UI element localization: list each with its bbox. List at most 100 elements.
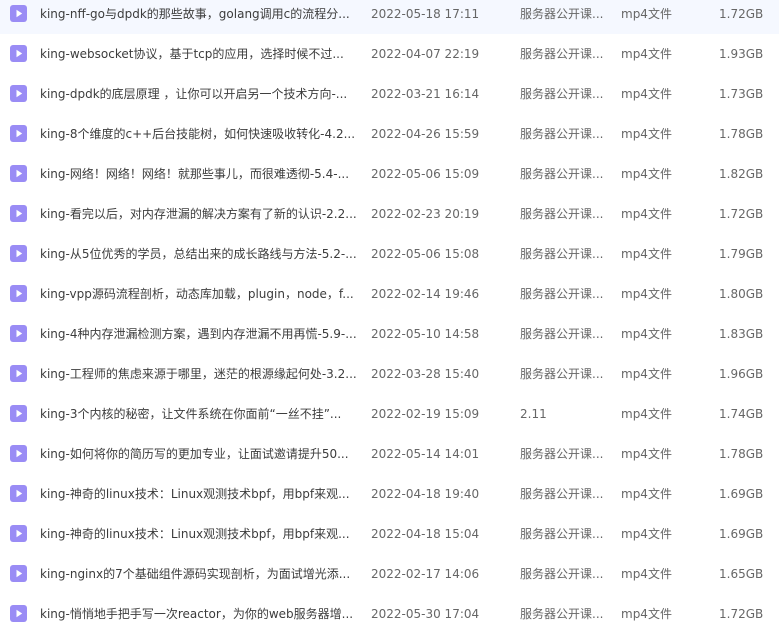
- file-type: mp4文件: [621, 127, 672, 141]
- file-size: 1.74GB: [719, 407, 764, 421]
- video-file-icon: [10, 365, 27, 382]
- file-type: mp4文件: [621, 527, 672, 541]
- file-row[interactable]: king-vpp源码流程剖析，动态库加载，plugin，node，f... 202…: [0, 274, 779, 314]
- file-row[interactable]: king-nginx的7个基础组件源码实现剖析，为面试增光添... 2022-02…: [0, 554, 779, 594]
- file-modified-date: 2022-04-18 19:40: [371, 487, 480, 501]
- file-album: 服务器公开课...: [520, 527, 604, 541]
- file-size: 1.83GB: [719, 327, 764, 341]
- file-size: 1.78GB: [719, 447, 764, 461]
- file-type: mp4文件: [621, 87, 672, 101]
- file-name[interactable]: king-nff-go与dpdk的那些故事，golang调用c的流程分...: [40, 6, 358, 22]
- file-type: mp4文件: [621, 327, 672, 341]
- file-row[interactable]: king-websocket协议，基于tcp的应用，选择时候不过... 2022-…: [0, 34, 779, 74]
- file-modified-date: 2022-03-21 16:14: [371, 87, 480, 101]
- file-modified-date: 2022-03-28 15:40: [371, 367, 480, 381]
- file-size: 1.73GB: [719, 87, 764, 101]
- file-modified-date: 2022-05-10 14:58: [371, 327, 480, 341]
- file-row[interactable]: king-看完以后，对内存泄漏的解决方案有了新的认识-2.2... 2022-02…: [0, 194, 779, 234]
- file-modified-date: 2022-04-07 22:19: [371, 47, 480, 61]
- file-type: mp4文件: [621, 167, 672, 181]
- video-file-icon: [10, 565, 27, 582]
- video-file-icon: [10, 165, 27, 182]
- file-album: 服务器公开课...: [520, 167, 604, 181]
- file-size: 1.96GB: [719, 367, 764, 381]
- file-size: 1.79GB: [719, 247, 764, 261]
- file-row[interactable]: king-如何将你的简历写的更加专业，让面试邀请提升50... 2022-05-1…: [0, 434, 779, 474]
- file-album: 服务器公开课...: [520, 567, 604, 581]
- file-name[interactable]: king-神奇的linux技术：Linux观测技术bpf，用bpf来观...: [40, 486, 358, 502]
- file-name[interactable]: king-如何将你的简历写的更加专业，让面试邀请提升50...: [40, 446, 358, 462]
- file-modified-date: 2022-05-18 17:11: [371, 7, 480, 21]
- file-type: mp4文件: [621, 7, 672, 21]
- file-row[interactable]: king-3个内核的秘密，让文件系统在你面前“一丝不挂”... 2022-02-1…: [0, 394, 779, 434]
- file-album: 服务器公开课...: [520, 247, 604, 261]
- file-album: 2.11: [520, 407, 547, 421]
- file-album: 服务器公开课...: [520, 447, 604, 461]
- file-size: 1.93GB: [719, 47, 764, 61]
- file-name[interactable]: king-神奇的linux技术：Linux观测技术bpf，用bpf来观...: [40, 526, 358, 542]
- video-file-icon: [10, 445, 27, 462]
- file-modified-date: 2022-02-14 19:46: [371, 287, 480, 301]
- file-row[interactable]: king-网络！网络！网络！就那些事儿，而很难透彻-5.4-... 2022-05…: [0, 154, 779, 194]
- file-row[interactable]: king-4种内存泄漏检测方案，遇到内存泄漏不用再慌-5.9-... 2022-0…: [0, 314, 779, 354]
- file-album: 服务器公开课...: [520, 7, 604, 21]
- file-name[interactable]: king-nginx的7个基础组件源码实现剖析，为面试增光添...: [40, 566, 358, 582]
- file-name[interactable]: king-从5位优秀的学员，总结出来的成长路线与方法-5.2-...: [40, 246, 358, 262]
- file-name[interactable]: king-8个维度的c++后台技能树，如何快速吸收转化-4.2...: [40, 126, 358, 142]
- file-modified-date: 2022-04-26 15:59: [371, 127, 480, 141]
- file-row[interactable]: king-nff-go与dpdk的那些故事，golang调用c的流程分... 20…: [0, 0, 779, 34]
- file-modified-date: 2022-05-06 15:09: [371, 167, 480, 181]
- video-file-icon: [10, 605, 27, 622]
- file-type: mp4文件: [621, 407, 672, 421]
- video-file-icon: [10, 205, 27, 222]
- file-row[interactable]: king-悄悄地手把手写一次reactor，为你的web服务器增... 2022-…: [0, 594, 779, 634]
- file-name[interactable]: king-3个内核的秘密，让文件系统在你面前“一丝不挂”...: [40, 406, 358, 422]
- file-type: mp4文件: [621, 287, 672, 301]
- file-row[interactable]: king-从5位优秀的学员，总结出来的成长路线与方法-5.2-... 2022-0…: [0, 234, 779, 274]
- file-album: 服务器公开课...: [520, 207, 604, 221]
- file-name[interactable]: king-看完以后，对内存泄漏的解决方案有了新的认识-2.2...: [40, 206, 358, 222]
- video-file-icon: [10, 525, 27, 542]
- file-size: 1.72GB: [719, 207, 764, 221]
- file-type: mp4文件: [621, 447, 672, 461]
- video-file-icon: [10, 325, 27, 342]
- file-name[interactable]: king-websocket协议，基于tcp的应用，选择时候不过...: [40, 46, 358, 62]
- file-type: mp4文件: [621, 47, 672, 61]
- file-name[interactable]: king-悄悄地手把手写一次reactor，为你的web服务器增...: [40, 606, 358, 622]
- file-name[interactable]: king-工程师的焦虑来源于哪里，迷茫的根源缘起何处-3.2...: [40, 366, 358, 382]
- file-modified-date: 2022-02-17 14:06: [371, 567, 480, 581]
- video-file-icon: [10, 45, 27, 62]
- file-type: mp4文件: [621, 607, 672, 621]
- file-size: 1.78GB: [719, 127, 764, 141]
- video-file-icon: [10, 485, 27, 502]
- file-type: mp4文件: [621, 207, 672, 221]
- file-row[interactable]: king-神奇的linux技术：Linux观测技术bpf，用bpf来观... 20…: [0, 514, 779, 554]
- file-row[interactable]: king-工程师的焦虑来源于哪里，迷茫的根源缘起何处-3.2... 2022-03…: [0, 354, 779, 394]
- file-type: mp4文件: [621, 247, 672, 261]
- file-list: king-nff-go与dpdk的那些故事，golang调用c的流程分... 20…: [0, 0, 779, 634]
- file-row[interactable]: king-dpdk的底层原理 ，让你可以开启另一个技术方向-... 2022-03…: [0, 74, 779, 114]
- file-size: 1.82GB: [719, 167, 764, 181]
- file-modified-date: 2022-04-18 15:04: [371, 527, 480, 541]
- video-file-icon: [10, 285, 27, 302]
- file-album: 服务器公开课...: [520, 127, 604, 141]
- file-modified-date: 2022-05-30 17:04: [371, 607, 480, 621]
- video-file-icon: [10, 405, 27, 422]
- file-row[interactable]: king-神奇的linux技术：Linux观测技术bpf，用bpf来观... 20…: [0, 474, 779, 514]
- file-row[interactable]: king-8个维度的c++后台技能树，如何快速吸收转化-4.2... 2022-0…: [0, 114, 779, 154]
- file-name[interactable]: king-网络！网络！网络！就那些事儿，而很难透彻-5.4-...: [40, 166, 358, 182]
- file-album: 服务器公开课...: [520, 327, 604, 341]
- file-type: mp4文件: [621, 487, 672, 501]
- file-name[interactable]: king-4种内存泄漏检测方案，遇到内存泄漏不用再慌-5.9-...: [40, 326, 358, 342]
- video-file-icon: [10, 125, 27, 142]
- file-size: 1.72GB: [719, 607, 764, 621]
- file-size: 1.69GB: [719, 527, 764, 541]
- file-name[interactable]: king-dpdk的底层原理 ，让你可以开启另一个技术方向-...: [40, 86, 358, 102]
- file-modified-date: 2022-02-23 20:19: [371, 207, 480, 221]
- file-name[interactable]: king-vpp源码流程剖析，动态库加载，plugin，node，f...: [40, 286, 358, 302]
- file-type: mp4文件: [621, 367, 672, 381]
- file-album: 服务器公开课...: [520, 607, 604, 621]
- file-size: 1.65GB: [719, 567, 764, 581]
- file-album: 服务器公开课...: [520, 87, 604, 101]
- file-album: 服务器公开课...: [520, 47, 604, 61]
